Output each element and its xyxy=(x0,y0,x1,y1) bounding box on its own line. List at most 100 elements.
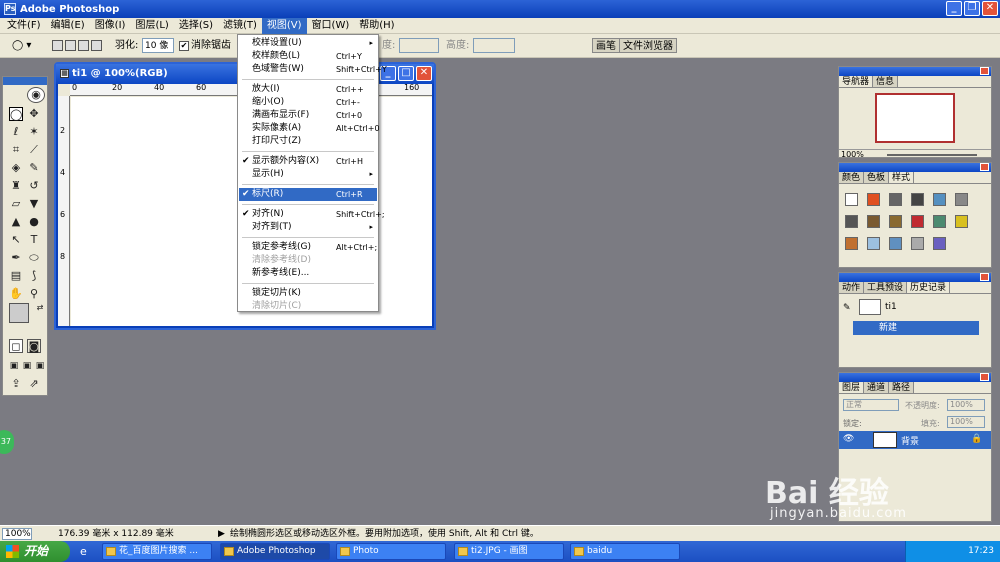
crop-tool-icon[interactable]: ⌗ xyxy=(9,143,23,157)
ellipse-marquee-preset-icon[interactable]: ◯ ▾ xyxy=(12,38,40,53)
task-baidu-image-search[interactable]: 花_百度图片搜索 ... xyxy=(102,543,212,560)
style-swatch[interactable] xyxy=(867,237,880,250)
style-swatch-none[interactable] xyxy=(845,193,858,206)
height-input[interactable] xyxy=(473,38,515,53)
lasso-tool-icon[interactable]: ℓ xyxy=(9,125,23,139)
minimize-icon[interactable]: _ xyxy=(946,1,962,16)
move-tool-icon[interactable]: ✥ xyxy=(27,107,41,121)
side-badge[interactable]: 37 xyxy=(0,430,14,454)
tab-history[interactable]: 历史记录 xyxy=(907,282,951,293)
antialias-checkbox[interactable]: ✔ xyxy=(179,41,189,51)
style-swatch[interactable] xyxy=(845,215,858,228)
menu-view[interactable]: 视图(V) xyxy=(261,17,307,34)
doc-maximize-icon[interactable]: □ xyxy=(398,66,414,81)
zoom-tool-icon[interactable]: ⚲ xyxy=(27,287,41,301)
menu-item-actual-pixels[interactable]: 实际像素(A) Alt+Ctrl+0 xyxy=(239,122,380,135)
style-swatch[interactable] xyxy=(911,237,924,250)
menu-item-show[interactable]: 显示(H) ▸ xyxy=(239,168,377,181)
imageready-jump-icon[interactable]: ⇪ xyxy=(9,377,23,391)
snapshot-thumbnail[interactable] xyxy=(859,299,881,315)
tab-channels[interactable]: 通道 xyxy=(864,382,890,393)
file-browser-tab[interactable]: 文件浏览器 xyxy=(619,38,677,53)
blend-mode-select[interactable]: 正常 xyxy=(843,399,899,411)
style-swatch[interactable] xyxy=(955,215,968,228)
tab-styles[interactable]: 样式 xyxy=(889,172,915,183)
menu-item-proof-colors[interactable]: 校样颜色(L) Ctrl+Y xyxy=(239,50,377,63)
menu-item-rulers[interactable]: ✔ 标尺(R) Ctrl+R xyxy=(239,188,377,201)
menu-layer[interactable]: 图层(L) xyxy=(130,18,173,34)
layer-name[interactable]: 背景 xyxy=(901,434,919,447)
menu-select[interactable]: 选择(S) xyxy=(174,18,218,34)
history-brush-icon[interactable]: ↺ xyxy=(27,179,41,193)
menu-item-show-extras[interactable]: ✔ 显示额外内容(X) Ctrl+H xyxy=(239,155,377,168)
task-photoshop[interactable]: Adobe Photoshop xyxy=(220,543,330,560)
style-swatch[interactable] xyxy=(867,215,880,228)
new-selection-icon[interactable] xyxy=(52,40,63,51)
menu-edit[interactable]: 编辑(E) xyxy=(46,18,90,34)
navigator-zoom-slider[interactable] xyxy=(887,154,977,156)
subtract-selection-icon[interactable] xyxy=(78,40,89,51)
tab-info[interactable]: 信息 xyxy=(873,76,899,87)
menu-item-proof-setup[interactable]: 校样设置(U) ▸ xyxy=(239,37,377,50)
standard-mode-icon[interactable]: ◻ xyxy=(9,339,23,353)
ie-quicklaunch-icon[interactable]: e xyxy=(80,545,87,558)
menu-item-gamut-warning[interactable]: 色域警告(W) Shift+Ctrl+Y xyxy=(239,63,387,76)
menu-window[interactable]: 窗口(W) xyxy=(307,18,355,34)
style-swatch[interactable] xyxy=(889,193,902,206)
magic-wand-icon[interactable]: ✶ xyxy=(27,125,41,139)
hand-tool-icon[interactable]: ✋ xyxy=(9,287,23,301)
tab-swatches[interactable]: 色板 xyxy=(864,172,890,183)
elliptical-marquee-icon[interactable]: ◯ xyxy=(9,107,23,121)
palette-close-icon[interactable] xyxy=(980,373,989,381)
pen-tool-icon[interactable]: ✒ xyxy=(9,251,23,265)
history-brush-source-icon[interactable]: ✎ xyxy=(843,303,851,313)
menu-item-lock-slices[interactable]: 锁定切片(K) xyxy=(239,287,377,300)
notes-tool-icon[interactable]: ▤ xyxy=(9,269,23,283)
path-select-icon[interactable]: ↖ xyxy=(9,233,23,247)
dodge-tool-icon[interactable]: ● xyxy=(27,215,41,229)
edit-in-imageready-icon[interactable]: ⇗ xyxy=(27,377,41,391)
style-swatch[interactable] xyxy=(933,215,946,228)
menu-image[interactable]: 图像(I) xyxy=(90,18,131,34)
status-zoom[interactable]: 100% xyxy=(2,528,32,540)
navigator-zoom-value[interactable]: 100% xyxy=(841,150,864,159)
fill-input[interactable]: 100% xyxy=(947,416,985,428)
style-swatch[interactable] xyxy=(845,237,858,250)
palette-close-icon[interactable] xyxy=(980,163,989,171)
close-icon[interactable]: ✕ xyxy=(982,1,998,16)
style-swatch[interactable] xyxy=(889,237,902,250)
foreground-color[interactable] xyxy=(9,303,29,323)
palette-close-icon[interactable] xyxy=(980,273,989,281)
style-swatch[interactable] xyxy=(911,215,924,228)
tab-tool-presets[interactable]: 工具预设 xyxy=(864,282,908,293)
tray-clock[interactable]: 17:23 xyxy=(968,546,994,556)
swap-colors-icon[interactable]: ⇄ xyxy=(33,301,47,315)
brushes-tab[interactable]: 画笔 xyxy=(592,38,620,53)
style-swatch[interactable] xyxy=(911,193,924,206)
clone-stamp-icon[interactable]: ♜ xyxy=(9,179,23,193)
task-paint[interactable]: ti2.JPG - 画图 xyxy=(454,543,564,560)
task-photo-folder[interactable]: Photo xyxy=(336,543,446,560)
menu-item-new-guide[interactable]: 新参考线(E)... xyxy=(239,267,377,280)
healing-brush-icon[interactable]: ◈ xyxy=(9,161,23,175)
menu-item-fit-screen[interactable]: 满画布显示(F) Ctrl+0 xyxy=(239,109,377,122)
screen-mode-menu-icon[interactable]: ▣ xyxy=(20,359,34,373)
type-tool-icon[interactable]: T xyxy=(27,233,41,247)
tab-layers[interactable]: 图层 xyxy=(839,382,865,393)
layer-visibility-eye-icon[interactable]: 👁 xyxy=(843,434,854,444)
menu-file[interactable]: 文件(F) xyxy=(2,18,46,34)
menu-item-zoom-in[interactable]: 放大(I) Ctrl++ xyxy=(239,83,377,96)
restore-icon[interactable]: ❐ xyxy=(964,1,980,16)
add-selection-icon[interactable] xyxy=(65,40,76,51)
screen-mode-standard-icon[interactable]: ▣ xyxy=(7,359,21,373)
opacity-input[interactable]: 100% xyxy=(947,399,985,411)
eraser-tool-icon[interactable]: ▱ xyxy=(9,197,23,211)
eyedropper-icon[interactable]: ⟆ xyxy=(27,269,41,283)
style-swatch[interactable] xyxy=(955,193,968,206)
style-swatch[interactable] xyxy=(933,193,946,206)
width-input[interactable] xyxy=(399,38,439,53)
tab-navigator[interactable]: 导航器 xyxy=(839,76,874,87)
palette-close-icon[interactable] xyxy=(980,67,989,75)
history-step-new[interactable]: 新建 xyxy=(853,321,979,335)
vertical-ruler[interactable]: 2 4 6 8 xyxy=(58,96,70,326)
